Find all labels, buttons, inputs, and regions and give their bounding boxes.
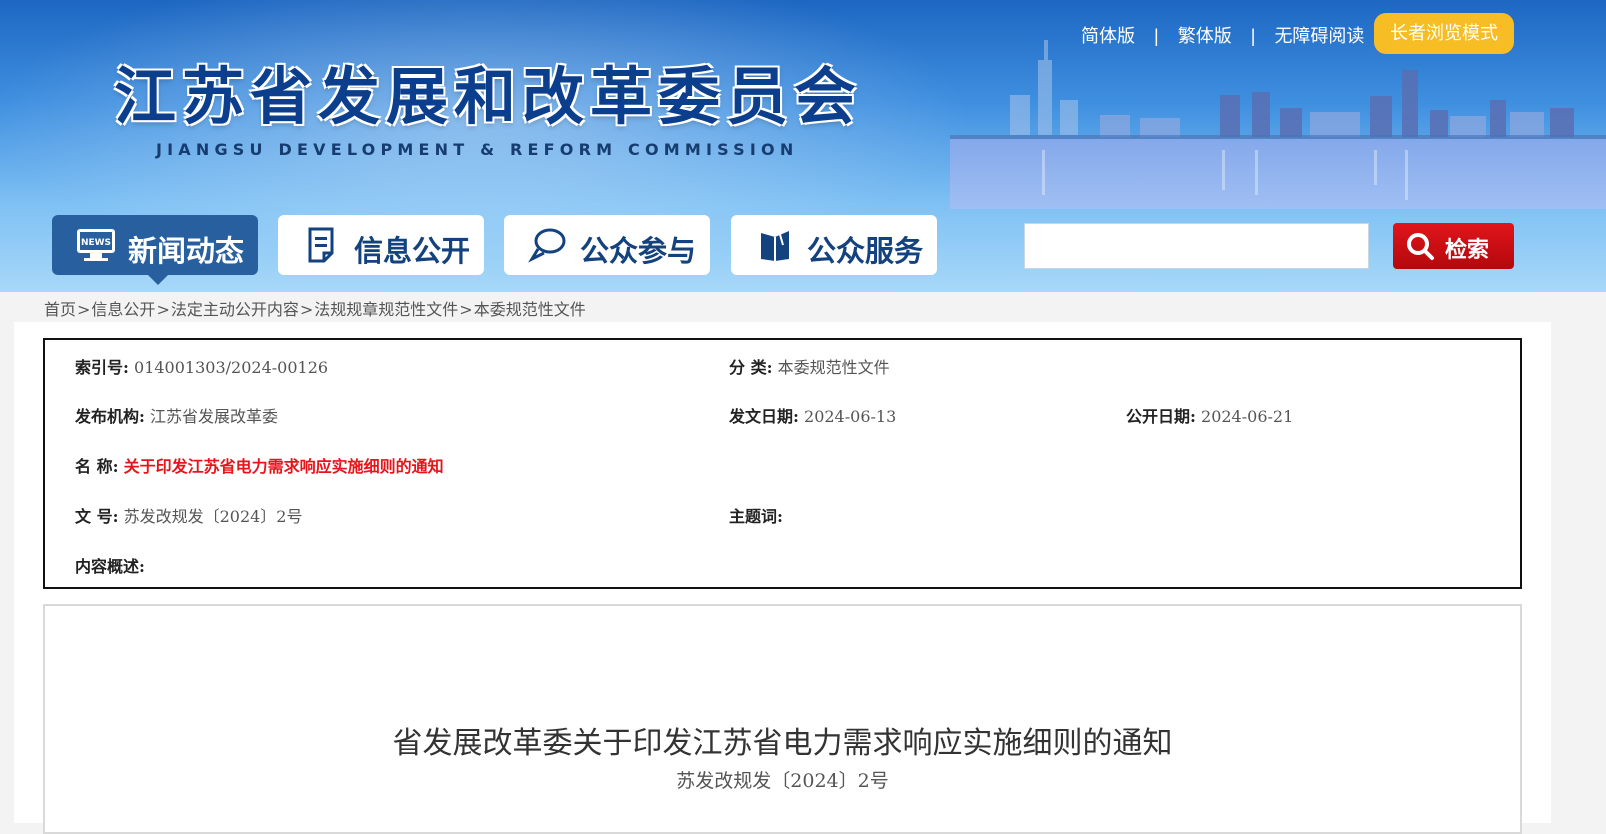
meta-index-no: 索引号: 014001303/2024-00126: [75, 354, 328, 378]
site-title: 江苏省发展和改革委员会: [114, 60, 863, 133]
breadcrumb-home[interactable]: 首页: [44, 300, 76, 319]
breadcrumb-info-public[interactable]: 信息公开: [91, 300, 155, 319]
link-separator: |: [1250, 26, 1256, 46]
elder-mode-button[interactable]: 长者浏览模式: [1374, 13, 1514, 54]
nav-public-service[interactable]: 公众服务: [731, 215, 937, 275]
meta-summary-label: 内容概述:: [75, 557, 145, 576]
search-button-label: 检索: [1445, 238, 1490, 263]
meta-name-label: 名 称:: [75, 457, 119, 476]
nav-info-public[interactable]: 信息公开: [278, 215, 484, 275]
meta-keywords-label: 主题词:: [729, 507, 783, 526]
meta-index-no-label: 索引号:: [75, 358, 129, 377]
nav-news[interactable]: NEWS 新闻动态: [52, 215, 258, 285]
link-separator: |: [1154, 26, 1159, 46]
meta-doc-no-label: 文 号:: [75, 507, 119, 526]
meta-index-no-value: 014001303/2024-00126: [134, 358, 329, 377]
document-meta-box: 索引号: 014001303/2024-00126 分 类: 本委规范性文件 发…: [43, 338, 1522, 589]
site-subtitle: JIANGSU DEVELOPMENT & REFORM COMMISSION: [156, 140, 799, 159]
article-body: 省发展改革委关于印发江苏省电力需求响应实施细则的通知 苏发改规发〔2024〕2号: [43, 604, 1522, 834]
chat-icon: [528, 228, 566, 263]
meta-publish-date-value: 2024-06-21: [1201, 407, 1294, 426]
meta-summary: 内容概述:: [75, 553, 145, 577]
breadcrumb-current[interactable]: 本委规范性文件: [474, 300, 586, 319]
article-doc-no: 苏发改规发〔2024〕2号: [676, 770, 889, 792]
meta-name-value[interactable]: 关于印发江苏省电力需求响应实施细则的通知: [124, 457, 444, 476]
search-icon: [1407, 233, 1434, 260]
article-title: 省发展改革委关于印发江苏省电力需求响应实施细则的通知: [392, 726, 1173, 761]
simplified-link[interactable]: 简体版: [1081, 22, 1135, 48]
nav-public-participation[interactable]: 公众参与: [504, 215, 710, 275]
top-links: 简体版 | 繁体版 | 无障碍阅读: [1081, 22, 1364, 48]
meta-keywords: 主题词:: [729, 503, 783, 527]
meta-doc-no: 文 号: 苏发改规发〔2024〕2号: [75, 503, 302, 527]
nav-info-public-label: 信息公开: [354, 234, 471, 268]
meta-publish-date-label: 公开日期:: [1126, 407, 1196, 426]
traditional-link[interactable]: 繁体版: [1178, 22, 1232, 48]
accessibility-link[interactable]: 无障碍阅读: [1274, 22, 1364, 48]
meta-publisher: 发布机构: 江苏省发展改革委: [75, 403, 278, 427]
meta-issue-date-label: 发文日期:: [729, 407, 799, 426]
meta-doc-no-value: 苏发改规发〔2024〕2号: [123, 507, 303, 526]
meta-publisher-label: 发布机构:: [75, 407, 145, 426]
meta-name: 名 称: 关于印发江苏省电力需求响应实施细则的通知: [75, 453, 444, 477]
breadcrumb-separator: >: [77, 300, 91, 319]
svg-text:NEWS: NEWS: [81, 238, 111, 248]
book-icon: [761, 230, 789, 261]
breadcrumb-separator: >: [459, 300, 473, 319]
meta-category-label: 分 类:: [729, 358, 773, 377]
header-banner: 江苏省发展和改革委员会 JIANGSU DEVELOPMENT & REFORM…: [0, 0, 1606, 292]
meta-issue-date-value: 2024-06-13: [804, 407, 897, 426]
meta-issue-date: 发文日期: 2024-06-13: [729, 403, 896, 427]
breadcrumb-separator: >: [299, 300, 314, 319]
search-button[interactable]: 检索: [1393, 223, 1514, 269]
nav-news-label: 新闻动态: [128, 234, 245, 268]
breadcrumb-separator: >: [156, 300, 170, 319]
search-input[interactable]: [1024, 223, 1369, 269]
document-icon: [308, 227, 334, 263]
breadcrumb: 首页>信息公开>法定主动公开内容>法规规章规范性文件>本委规范性文件: [44, 296, 586, 320]
meta-publisher-value: 江苏省发展改革委: [150, 407, 279, 426]
nav-public-participation-label: 公众参与: [580, 234, 697, 268]
breadcrumb-legal-content[interactable]: 法定主动公开内容: [171, 300, 299, 319]
meta-publish-date: 公开日期: 2024-06-21: [1126, 403, 1293, 427]
nav-public-service-label: 公众服务: [807, 234, 924, 268]
news-icon: NEWS: [77, 229, 115, 261]
meta-category-value: 本委规范性文件: [777, 358, 890, 377]
meta-category: 分 类: 本委规范性文件: [729, 354, 890, 378]
breadcrumb-regulations[interactable]: 法规规章规范性文件: [314, 300, 458, 319]
